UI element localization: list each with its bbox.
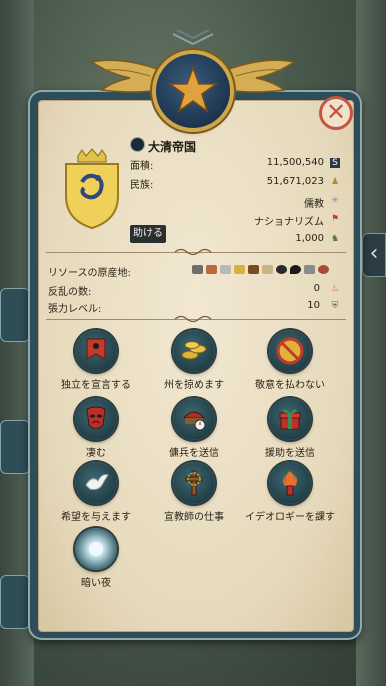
population-value: 51,671,023: [266, 176, 324, 187]
religion-value: 儒教: [304, 199, 324, 210]
rank-emblem: [156, 54, 230, 128]
meat-icon: [318, 265, 329, 274]
rebellion-label: 反乱の数:: [48, 287, 92, 298]
population-icon: ♟: [330, 177, 340, 187]
loot-province-action[interactable]: 州を掠めます: [144, 330, 244, 391]
give-hope-label: 希望を与えます: [61, 512, 131, 523]
moon-glow-icon: [89, 542, 103, 556]
impose-ideology-action[interactable]: イデオロギーを課す: [240, 462, 340, 523]
missionary-work-action[interactable]: 宣教師の仕事: [144, 462, 244, 523]
nation-status-icon: [130, 137, 145, 152]
impose-ideology-label: イデオロギーを課す: [245, 512, 335, 523]
mercenary-icon: [182, 411, 206, 431]
copper-icon: [206, 265, 217, 274]
rebellion-value: 0: [313, 283, 320, 294]
declare-independence-action[interactable]: 独立を宣言する: [46, 330, 146, 391]
refuse-tribute-label: 敬意を払わない: [255, 380, 325, 391]
area-icon: S: [330, 158, 340, 168]
help-button[interactable]: 助ける: [130, 225, 166, 243]
resource-icons: [192, 263, 329, 275]
cross-icon: [185, 470, 203, 496]
coins-icon: [181, 341, 207, 360]
coal-icon: [276, 265, 287, 274]
army-value: 1,000: [295, 233, 324, 244]
nation-crest-icon: [65, 148, 119, 230]
army-icon: ♞: [330, 234, 340, 244]
chevron-ornament: [172, 30, 214, 46]
power-label: 張力レベル:: [48, 304, 102, 315]
fire-icon: ♨: [330, 284, 340, 294]
area-value: 11,500,540: [266, 157, 324, 168]
religion-icon: ✳: [331, 196, 339, 206]
intimidate-label: 凄む: [86, 448, 106, 459]
send-mercenaries-label: 傭兵を送信: [169, 448, 219, 459]
cloth-icon: [262, 265, 273, 274]
nation-name: 大清帝国: [148, 140, 197, 154]
oil-icon: [290, 265, 301, 274]
shield-icon: ⛨: [331, 301, 339, 311]
scroll-ornament-bottom: [174, 315, 212, 323]
area-label: 面積:: [130, 161, 154, 172]
scroll-ornament: [174, 248, 212, 256]
population-label: 民族:: [130, 180, 154, 191]
ideology-flag-icon: ⚑: [330, 214, 340, 224]
give-hope-action[interactable]: 希望を与えます: [46, 462, 146, 523]
side-arrow-button[interactable]: ‹: [362, 233, 386, 277]
mask-icon: [86, 406, 106, 429]
gift-icon: [279, 409, 301, 430]
declare-independence-label: 独立を宣言する: [61, 380, 131, 391]
refuse-tribute-action[interactable]: 敬意を払わない: [240, 330, 340, 391]
star-icon: [167, 65, 219, 113]
loot-province-label: 州を掠めます: [164, 380, 224, 391]
silver-icon: [220, 265, 231, 274]
gold-icon: [234, 265, 245, 274]
iron-icon: [192, 265, 203, 274]
send-aid-label: 援助を送信: [265, 448, 315, 459]
no-tribute-icon: [276, 337, 304, 365]
ideology-value: ナショナリズム: [254, 217, 324, 228]
side-tab-mail[interactable]: [0, 575, 30, 629]
send-mercenaries-action[interactable]: 傭兵を送信: [144, 398, 244, 459]
send-aid-action[interactable]: 援助を送信: [240, 398, 340, 459]
torch-icon: [283, 471, 297, 496]
dove-icon: [85, 474, 109, 490]
intimidate-action[interactable]: 凄む: [46, 398, 146, 459]
missionary-work-label: 宣教師の仕事: [164, 512, 224, 523]
power-value: 10: [307, 300, 320, 311]
side-tab-map[interactable]: [0, 420, 30, 474]
stone-icon: [304, 265, 315, 274]
banner-icon: [86, 338, 106, 360]
dark-night-label: 暗い夜: [81, 578, 111, 589]
side-tab-scroll[interactable]: [0, 288, 30, 342]
dark-night-action[interactable]: 暗い夜: [46, 528, 146, 589]
wood-icon: [248, 265, 259, 274]
close-button[interactable]: ✕: [319, 96, 353, 130]
resources-label: リソースの原産地:: [48, 268, 131, 279]
